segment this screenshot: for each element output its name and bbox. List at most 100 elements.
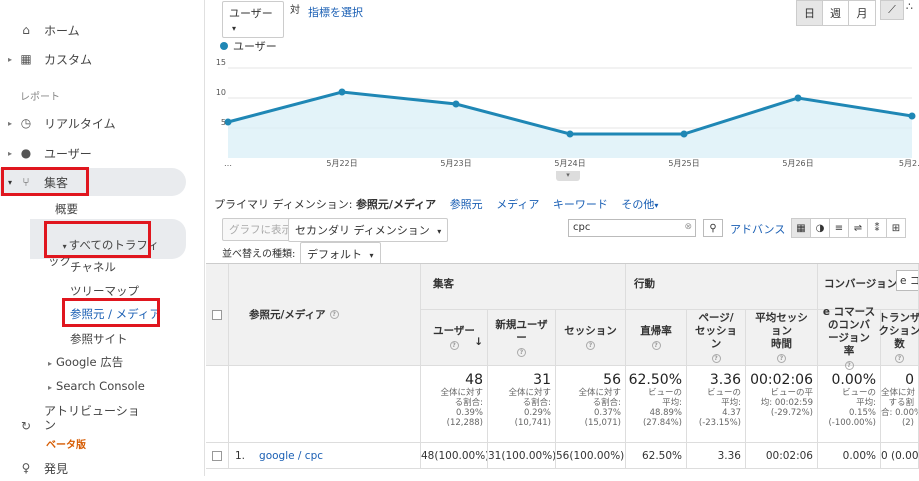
- group-conversion: コンバージョン e コ: [818, 264, 919, 310]
- total-comparison: ビューの平 均: 00:02:59 (-29.72%): [746, 388, 813, 418]
- nav-attribution[interactable]: ↻ アトリビューショ ン: [18, 404, 140, 436]
- metric-select[interactable]: ユーザー ▾: [222, 1, 284, 38]
- chart-x-labels: …5月22日5月23日5月24日5月25日5月26日5月2…: [224, 159, 919, 168]
- nav-channels[interactable]: チャネル: [70, 259, 116, 275]
- nav-custom[interactable]: ▸ ▦ カスタム: [0, 46, 92, 72]
- row-index: 1.: [235, 450, 245, 462]
- column-header[interactable]: 平均セッシ ョン 時間?: [746, 310, 818, 366]
- nav-search-console-label: Search Console: [56, 379, 145, 393]
- row-link-source-medium[interactable]: google / cpc: [259, 450, 323, 462]
- column-header-label: ユーザー: [433, 325, 475, 338]
- nav-search-console[interactable]: ▸ Search Console: [48, 379, 145, 393]
- dimension-medium[interactable]: メディア: [496, 198, 539, 211]
- total-comparison: ビューの 平均: 0.15% (-100.00%): [818, 388, 876, 428]
- person-icon: ●: [18, 145, 34, 161]
- column-header[interactable]: セッション?: [556, 310, 626, 366]
- nav-overview[interactable]: 概要: [55, 201, 78, 217]
- help-icon[interactable]: ?: [895, 354, 904, 363]
- nav-discover[interactable]: ♀ 発見: [18, 455, 68, 481]
- column-header[interactable]: ユーザー?↓: [421, 310, 488, 366]
- comparison-view-icon[interactable]: ⇌: [848, 218, 868, 238]
- advanced-filter-link[interactable]: アドバンス: [730, 221, 785, 237]
- help-icon[interactable]: ?: [777, 354, 786, 363]
- total-comparison: ビューの 平均: 48.89% (27.84%): [626, 388, 682, 428]
- caret-right-icon: ▸: [8, 55, 12, 64]
- month-button[interactable]: 月: [849, 1, 875, 25]
- nav-realtime[interactable]: ▸ ◷ リアルタイム: [0, 110, 116, 136]
- nav-google-ads[interactable]: ▸Google 広告: [48, 354, 123, 370]
- metric-select-value: ユーザー: [229, 7, 273, 20]
- clear-search-icon[interactable]: ⊗: [684, 222, 692, 232]
- dimension-other[interactable]: その他▾: [621, 198, 658, 211]
- data-point[interactable]: [909, 113, 916, 120]
- nav-user[interactable]: ▸ ● ユーザー: [0, 140, 92, 166]
- term-cloud-icon[interactable]: ⁑: [867, 218, 887, 238]
- table-view-options: ▦ ◑ ≡ ⇌ ⁑ ⊞: [792, 218, 906, 238]
- nav-user-label: ユーザー: [44, 145, 92, 162]
- dropdown-caret-icon: ▾: [232, 24, 236, 33]
- total-value: 62.50%: [626, 372, 682, 388]
- search-button[interactable]: ⚲: [703, 219, 723, 237]
- select-all-checkbox[interactable]: [212, 310, 222, 320]
- column-header[interactable]: e コマース のコンバ ージョン 率?: [818, 310, 881, 366]
- conversion-goal-select[interactable]: e コ: [896, 270, 919, 291]
- data-point[interactable]: [567, 131, 574, 138]
- total-blank-cell: [206, 366, 229, 443]
- total-value: 0: [881, 372, 914, 388]
- dimension-source[interactable]: 参照元: [450, 198, 483, 211]
- total-cell: 3.36ビューの 平均: 4.37 (-23.15%): [687, 366, 746, 443]
- help-icon[interactable]: ?: [330, 310, 339, 319]
- x-tick-label: 5月26日: [782, 159, 813, 168]
- help-icon[interactable]: ?: [517, 348, 526, 357]
- column-header[interactable]: トランザ クション 数?: [881, 310, 919, 366]
- select-metric-link[interactable]: 指標を選択: [308, 4, 363, 20]
- help-icon[interactable]: ?: [652, 341, 661, 350]
- x-tick-label: 5月22日: [326, 159, 357, 168]
- secondary-dimension-select[interactable]: セカンダリ ディメンション ▾: [288, 218, 448, 242]
- nav-referrals[interactable]: 参照サイト: [70, 331, 128, 347]
- sidebar: ⌂ ホーム ▸ ▦ カスタム レポート ▸ ◷ リアルタイム ▸ ● ユーザー …: [0, 0, 205, 476]
- dimension-keyword[interactable]: キーワード: [553, 198, 608, 211]
- data-point[interactable]: [339, 89, 346, 96]
- data-table: 参照元/メディア ? 集客 行動 コンバージョン e コ ユーザー?↓新規ユーザ…: [206, 263, 919, 476]
- group-conversion-label: コンバージョン: [824, 278, 897, 290]
- day-button[interactable]: 日: [797, 1, 823, 25]
- total-cell: 48全体に対す る割合: 0.39% (12,288): [421, 366, 488, 443]
- dimension-other-label: その他: [621, 198, 654, 211]
- total-cell: 0.00%ビューの 平均: 0.15% (-100.00%): [818, 366, 881, 443]
- data-point[interactable]: [681, 131, 688, 138]
- nav-google-ads-label: Google 広告: [56, 355, 123, 369]
- pie-view-icon[interactable]: ◑: [810, 218, 830, 238]
- column-header[interactable]: 直帰率?: [626, 310, 687, 366]
- data-point[interactable]: [795, 95, 802, 102]
- help-icon[interactable]: ?: [586, 341, 595, 350]
- help-icon[interactable]: ?: [450, 341, 459, 350]
- performance-view-icon[interactable]: ≡: [829, 218, 849, 238]
- total-value: 0.00%: [818, 372, 876, 388]
- data-point[interactable]: [453, 101, 460, 108]
- row-checkbox[interactable]: [212, 451, 222, 461]
- sort-type-value: デフォルト: [307, 248, 362, 261]
- table-cell: 00:02:06: [746, 443, 818, 469]
- week-button[interactable]: 週: [823, 1, 849, 25]
- nav-home[interactable]: ⌂ ホーム: [18, 17, 80, 43]
- table-view-icon[interactable]: ▦: [791, 218, 811, 238]
- x-tick-label: 5月23日: [440, 159, 471, 168]
- column-header[interactable]: ページ/ セッショ ン?: [687, 310, 746, 366]
- nav-treemaps[interactable]: ツリーマップ: [70, 283, 139, 299]
- pivot-view-icon[interactable]: ⊞: [886, 218, 906, 238]
- total-comparison: ビューの 平均: 4.37 (-23.15%): [687, 388, 741, 428]
- motion-chart-toggle-icon[interactable]: ∴: [906, 0, 919, 20]
- table-search-input[interactable]: cpc ⊗: [568, 219, 696, 237]
- caret-right-icon: ▸: [48, 383, 52, 392]
- dimension-header[interactable]: 参照元/メディア ?: [229, 264, 421, 366]
- home-icon: ⌂: [18, 22, 34, 38]
- line-chart-toggle-icon[interactable]: ⟋: [880, 0, 904, 20]
- chart-collapse-handle-icon[interactable]: ▾: [556, 171, 580, 181]
- highlight-box-source-medium: [62, 298, 160, 327]
- group-acquisition: 集客: [421, 264, 626, 310]
- column-header-label: 直帰率: [640, 325, 672, 338]
- column-header[interactable]: 新規ユーザ ー?: [488, 310, 556, 366]
- reports-section-label: レポート: [20, 88, 60, 103]
- help-icon[interactable]: ?: [712, 354, 721, 363]
